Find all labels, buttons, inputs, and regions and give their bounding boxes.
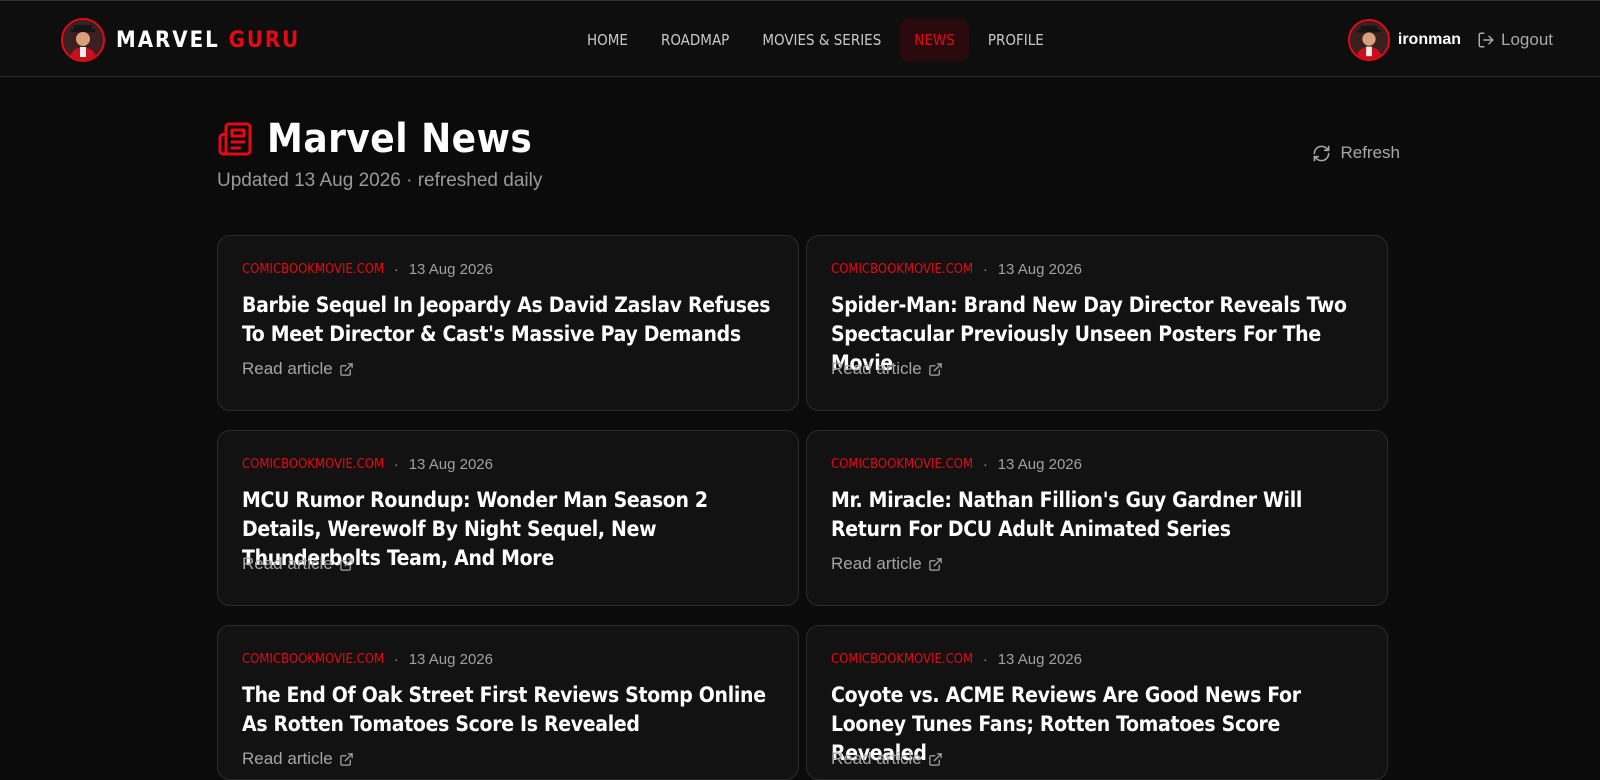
- refresh-label: Refresh: [1340, 143, 1400, 162]
- read-article-link[interactable]: Read article: [242, 359, 354, 379]
- article-source: COMICBOOKMOVIE.COM: [242, 261, 385, 277]
- read-article-label: Read article: [831, 359, 922, 378]
- news-card: COMICBOOKMOVIE.COM · 13 Aug 2026 Coyote …: [806, 625, 1388, 780]
- nav-movies-series[interactable]: MOVIES & SERIES: [748, 19, 895, 61]
- nav-roadmap[interactable]: ROADMAP: [647, 19, 743, 61]
- article-date: 13 Aug 2026: [408, 260, 493, 278]
- article-date: 13 Aug 2026: [997, 455, 1082, 473]
- meta-separator: ·: [394, 261, 399, 277]
- refresh-icon: [1314, 145, 1330, 161]
- nav-profile[interactable]: PROFILE: [974, 19, 1058, 61]
- read-article-label: Read article: [831, 554, 922, 573]
- article-date: 13 Aug 2026: [408, 650, 493, 668]
- page-subtitle: Updated 13 Aug 2026 · refreshed daily: [217, 170, 543, 191]
- brand-name: MARVEL GURU: [116, 27, 301, 53]
- user-menu: ironman Logout: [1347, 19, 1553, 61]
- top-navigation-bar: MARVEL GURU HOME ROADMAP MOVIES & SERIES…: [0, 0, 1600, 77]
- article-headline: Barbie Sequel In Jeopardy As David Zasla…: [242, 293, 771, 346]
- news-card: COMICBOOKMOVIE.COM · 13 Aug 2026 The End…: [217, 625, 799, 780]
- brand-logo[interactable]: MARVEL GURU: [61, 16, 300, 64]
- external-link-icon: [928, 752, 942, 766]
- article-meta: COMICBOOKMOVIE.COM · 13 Aug 2026: [242, 649, 774, 669]
- news-card: COMICBOOKMOVIE.COM · 13 Aug 2026 Mr. Mir…: [806, 430, 1388, 606]
- read-article-link[interactable]: Read article: [242, 749, 354, 769]
- read-article-label: Read article: [242, 554, 333, 573]
- article-headline: Coyote vs. ACME Reviews Are Good News Fo…: [831, 683, 1301, 765]
- news-card: COMICBOOKMOVIE.COM · 13 Aug 2026 Barbie …: [217, 235, 799, 411]
- article-source: COMICBOOKMOVIE.COM: [831, 651, 974, 667]
- meta-separator: ·: [983, 261, 988, 277]
- meta-separator: ·: [394, 456, 399, 472]
- read-article-link[interactable]: Read article: [242, 554, 354, 574]
- news-card: COMICBOOKMOVIE.COM · 13 Aug 2026 Spider-…: [806, 235, 1388, 411]
- article-meta: COMICBOOKMOVIE.COM · 13 Aug 2026: [831, 454, 1363, 474]
- article-meta: COMICBOOKMOVIE.COM · 13 Aug 2026: [242, 454, 774, 474]
- read-article-label: Read article: [831, 749, 922, 768]
- username: ironman: [1397, 31, 1461, 48]
- external-link-icon: [928, 557, 942, 571]
- external-link-icon: [339, 557, 353, 571]
- article-date: 13 Aug 2026: [997, 650, 1082, 668]
- article-date: 13 Aug 2026: [997, 260, 1082, 278]
- logout-label: Logout: [1501, 30, 1553, 49]
- article-headline: Mr. Miracle: Nathan Fillion's Guy Gardne…: [831, 488, 1303, 541]
- user-avatar[interactable]: [1347, 19, 1390, 61]
- read-article-label: Read article: [242, 749, 333, 768]
- article-headline: Spider-Man: Brand New Day Director Revea…: [831, 293, 1347, 375]
- logout-button[interactable]: Logout: [1477, 30, 1553, 50]
- logout-icon: [1478, 32, 1494, 48]
- article-source: COMICBOOKMOVIE.COM: [242, 456, 385, 472]
- read-article-link[interactable]: Read article: [831, 359, 943, 379]
- article-source: COMICBOOKMOVIE.COM: [831, 456, 974, 472]
- read-article-link[interactable]: Read article: [831, 749, 943, 769]
- news-card: COMICBOOKMOVIE.COM · 13 Aug 2026 MCU Rum…: [217, 430, 799, 606]
- page-header: Marvel News: [217, 116, 532, 162]
- nav-news[interactable]: NEWS: [900, 19, 969, 61]
- page-title: Marvel News: [267, 116, 533, 162]
- meta-separator: ·: [983, 651, 988, 667]
- external-link-icon: [339, 752, 353, 766]
- read-article-link[interactable]: Read article: [831, 554, 943, 574]
- external-link-icon: [928, 362, 942, 376]
- article-meta: COMICBOOKMOVIE.COM · 13 Aug 2026: [242, 259, 774, 279]
- article-date: 13 Aug 2026: [408, 455, 493, 473]
- article-meta: COMICBOOKMOVIE.COM · 13 Aug 2026: [831, 649, 1363, 669]
- main-nav: HOME ROADMAP MOVIES & SERIES NEWS PROFIL…: [573, 19, 1063, 61]
- article-source: COMICBOOKMOVIE.COM: [831, 261, 974, 277]
- newspaper-icon: [218, 122, 252, 156]
- nav-home[interactable]: HOME: [573, 19, 642, 61]
- meta-separator: ·: [983, 456, 988, 472]
- read-article-label: Read article: [242, 359, 333, 378]
- refresh-button[interactable]: Refresh: [1312, 143, 1400, 163]
- meta-separator: ·: [394, 651, 399, 667]
- external-link-icon: [339, 362, 353, 376]
- article-source: COMICBOOKMOVIE.COM: [242, 651, 385, 667]
- article-headline: The End Of Oak Street First Reviews Stom…: [242, 683, 766, 736]
- article-headline: MCU Rumor Roundup: Wonder Man Season 2 D…: [242, 488, 708, 570]
- brand-avatar: [61, 18, 105, 62]
- article-meta: COMICBOOKMOVIE.COM · 13 Aug 2026: [831, 259, 1363, 279]
